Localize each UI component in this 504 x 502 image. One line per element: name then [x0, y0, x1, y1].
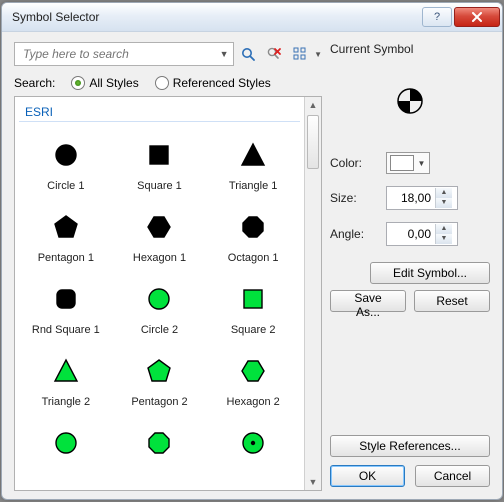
magnifier-icon: [240, 46, 256, 62]
chevron-down-icon: ▼: [414, 159, 429, 168]
symbol-item[interactable]: Square 1: [113, 126, 207, 198]
titlebar: Symbol Selector ?: [2, 3, 502, 32]
scroll-thumb[interactable]: [307, 115, 319, 169]
symbol-swatch: [52, 420, 80, 466]
scroll-up-button[interactable]: ▲: [305, 97, 321, 113]
symbol-item[interactable]: Circle 1: [19, 126, 113, 198]
symbol-item[interactable]: Pentagon 2: [113, 342, 207, 414]
angle-label: Angle:: [330, 227, 380, 241]
symbol-item[interactable]: Triangle 1: [206, 126, 300, 198]
current-symbol-preview: [330, 56, 490, 146]
symbol-swatch: [239, 420, 267, 466]
symbol-swatch: [52, 204, 80, 250]
save-as-button[interactable]: Save As...: [330, 290, 406, 312]
scrollbar[interactable]: ▲ ▼: [304, 97, 321, 490]
symbol-label: Triangle 2: [42, 396, 91, 408]
symbol-label: Hexagon 2: [227, 396, 280, 408]
magnifier-clear-icon: [266, 46, 282, 62]
grid-view-icon: [292, 46, 308, 62]
symbol-label: Circle 2: [141, 324, 178, 336]
search-history-dropdown[interactable]: ▼: [217, 49, 231, 59]
radio-all-styles-label: All Styles: [89, 76, 138, 90]
symbol-swatch: [239, 204, 267, 250]
symbol-swatch: [239, 276, 267, 322]
symbol-swatch: [145, 420, 173, 466]
symbol-selector-dialog: Symbol Selector ? ▼: [1, 2, 503, 500]
view-mode-button[interactable]: [288, 42, 312, 66]
symbol-list: ESRI Circle 1 Square 1 Triangle 1 Pentagon …: [14, 96, 322, 491]
symbol-label: Square 2: [231, 324, 276, 336]
view-mode-dropdown[interactable]: ▼: [314, 50, 322, 59]
style-references-button[interactable]: Style References...: [330, 435, 490, 457]
symbol-swatch: [145, 276, 173, 322]
symbol-swatch: [52, 276, 80, 322]
symbol-swatch: [52, 348, 80, 394]
close-button[interactable]: [454, 7, 500, 27]
symbol-label: Octagon 1: [228, 252, 279, 264]
search-scope-label: Search:: [14, 76, 55, 90]
reset-button[interactable]: Reset: [414, 290, 490, 312]
radio-all-styles[interactable]: All Styles: [71, 76, 138, 90]
scroll-down-button[interactable]: ▼: [305, 474, 321, 490]
window-title: Symbol Selector: [12, 10, 420, 24]
angle-step-up[interactable]: ▲: [436, 224, 452, 234]
ok-button[interactable]: OK: [330, 465, 405, 487]
symbol-swatch: [52, 132, 80, 178]
symbol-item[interactable]: Square 2: [206, 270, 300, 342]
symbol-item[interactable]: [113, 414, 207, 474]
radio-dot-icon: [155, 76, 169, 90]
color-swatch: [390, 155, 414, 171]
cancel-button[interactable]: Cancel: [415, 465, 490, 487]
symbol-swatch: [145, 348, 173, 394]
edit-symbol-button[interactable]: Edit Symbol...: [370, 262, 490, 284]
symbol-label: Square 1: [137, 180, 182, 192]
symbol-item[interactable]: Octagon 1: [206, 198, 300, 270]
symbol-item[interactable]: [206, 414, 300, 474]
search-go-button[interactable]: [236, 42, 260, 66]
category-header: ESRI: [19, 103, 300, 122]
angle-spinner[interactable]: ▲ ▼: [386, 222, 458, 246]
size-spinner[interactable]: ▲ ▼: [386, 186, 458, 210]
symbol-swatch: [145, 132, 173, 178]
help-button[interactable]: ?: [422, 7, 452, 27]
search-clear-button[interactable]: [262, 42, 286, 66]
symbol-label: Rnd Square 1: [32, 324, 100, 336]
radio-dot-icon: [71, 76, 85, 90]
symbol-item[interactable]: Hexagon 1: [113, 198, 207, 270]
symbol-label: Hexagon 1: [133, 252, 186, 264]
symbol-item[interactable]: Rnd Square 1: [19, 270, 113, 342]
close-icon: [471, 12, 483, 22]
color-label: Color:: [330, 156, 380, 170]
angle-step-down[interactable]: ▼: [436, 234, 452, 244]
scroll-track[interactable]: [305, 113, 321, 474]
symbol-item[interactable]: Pentagon 1: [19, 198, 113, 270]
symbol-swatch: [239, 132, 267, 178]
size-step-down[interactable]: ▼: [436, 198, 452, 208]
color-picker[interactable]: ▼: [386, 152, 430, 174]
symbol-swatch: [145, 204, 173, 250]
angle-input[interactable]: [387, 226, 435, 242]
search-box[interactable]: ▼: [14, 42, 234, 66]
symbol-swatch: [239, 348, 267, 394]
current-symbol-heading: Current Symbol: [330, 42, 490, 56]
symbol-label: Pentagon 1: [38, 252, 94, 264]
symbol-label: Triangle 1: [229, 180, 278, 192]
size-input[interactable]: [387, 190, 435, 206]
symbol-label: Pentagon 2: [131, 396, 187, 408]
search-input[interactable]: [21, 46, 217, 62]
symbol-item[interactable]: Circle 2: [113, 270, 207, 342]
size-label: Size:: [330, 191, 380, 205]
size-step-up[interactable]: ▲: [436, 188, 452, 198]
radio-referenced-styles[interactable]: Referenced Styles: [155, 76, 271, 90]
symbol-label: Circle 1: [47, 180, 84, 192]
symbol-item[interactable]: [19, 414, 113, 474]
radio-referenced-styles-label: Referenced Styles: [173, 76, 271, 90]
symbol-item[interactable]: Hexagon 2: [206, 342, 300, 414]
current-symbol-icon: [394, 85, 426, 117]
symbol-item[interactable]: Triangle 2: [19, 342, 113, 414]
